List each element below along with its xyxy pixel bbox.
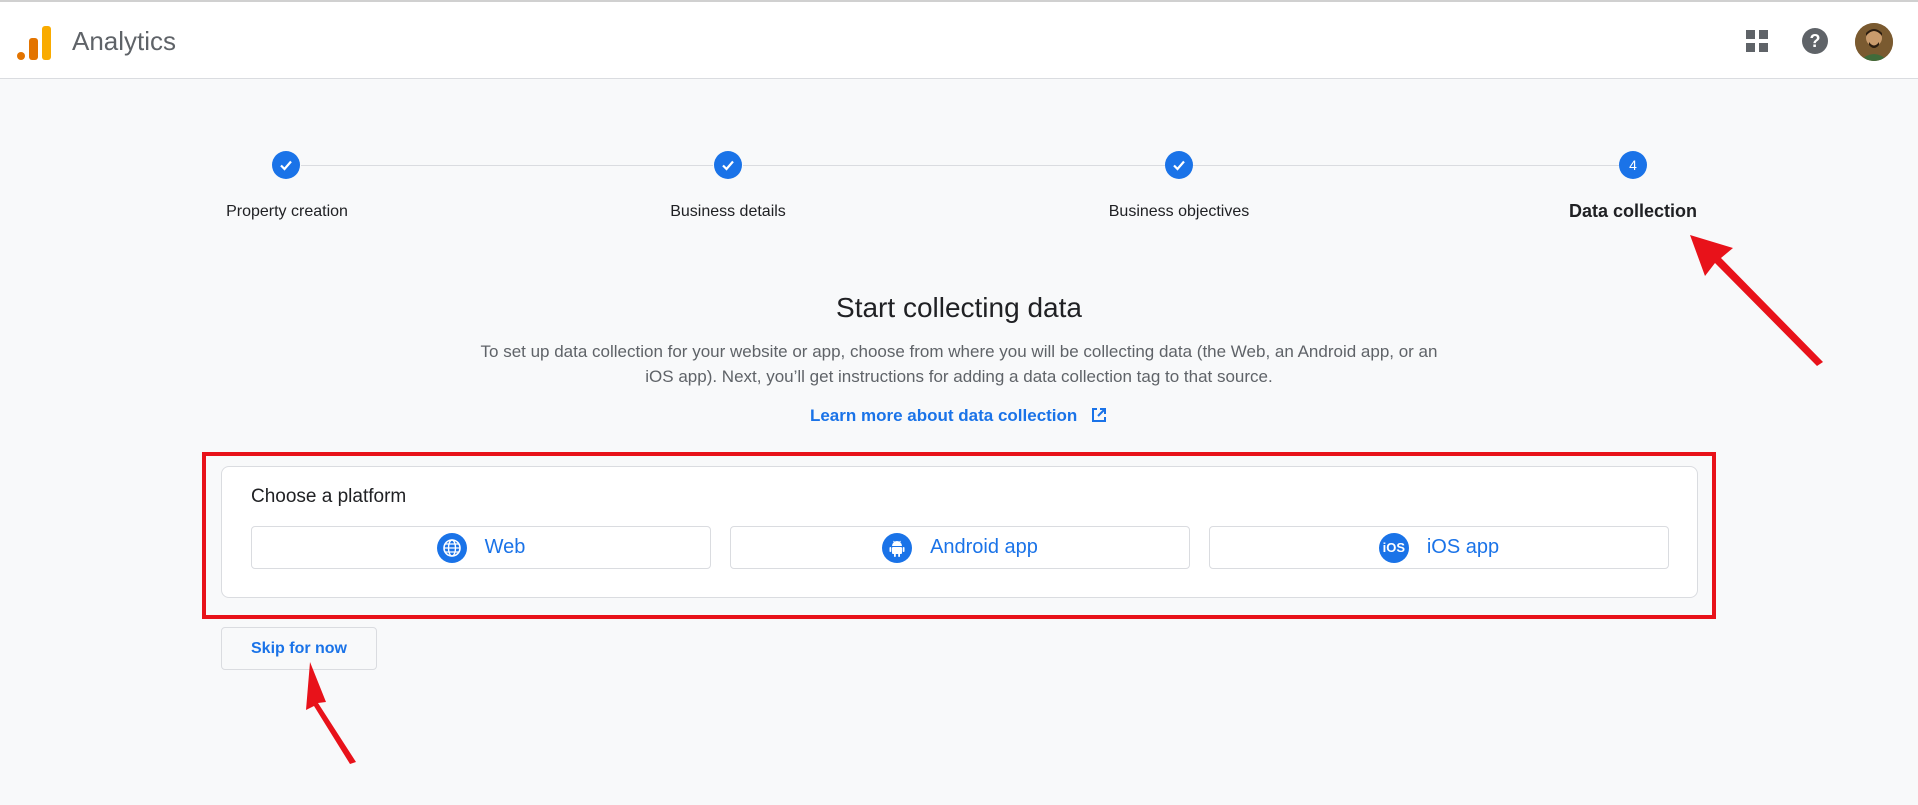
platform-card: Choose a platform Web Android app iOS iO…: [221, 466, 1698, 598]
apps-grid-icon[interactable]: [1742, 26, 1772, 56]
logo-bar-mid: [29, 38, 38, 60]
globe-icon: [436, 532, 467, 563]
annotation-arrow-icon: [306, 662, 356, 764]
avatar[interactable]: [1855, 23, 1893, 61]
web-platform-label: Web: [484, 536, 526, 558]
platform-heading: Choose a platform: [251, 486, 407, 507]
step-complete-check-icon: [272, 151, 300, 179]
app-title[interactable]: Analytics: [72, 26, 176, 57]
step-label-data-collection: Data collection: [1568, 201, 1698, 221]
page-description: To set up data collection for your websi…: [480, 342, 1438, 386]
ios-platform-label: iOS app: [1426, 536, 1500, 558]
analytics-logo-icon[interactable]: [17, 22, 51, 60]
step-complete-check-icon: [1165, 151, 1193, 179]
web-platform-button[interactable]: Web: [251, 526, 711, 569]
open-in-new-icon[interactable]: [1090, 406, 1108, 429]
page-title: Start collecting data: [836, 292, 1082, 323]
ios-icon: iOS: [1378, 532, 1409, 563]
step-label-business-details: Business details: [670, 203, 786, 220]
android-platform-label: Android app: [930, 536, 1038, 558]
logo-dot: [17, 52, 25, 60]
step-complete-check-icon: [714, 151, 742, 179]
step-label-property-creation: Property creation: [226, 203, 348, 220]
step-connector: [743, 165, 1166, 166]
android-icon: [882, 532, 913, 563]
step-connector: [301, 165, 713, 166]
step-number-badge: 4: [1619, 151, 1647, 179]
android-platform-button[interactable]: Android app: [730, 526, 1190, 569]
logo-bar-tall: [42, 26, 51, 60]
step-connector: [1193, 165, 1619, 166]
ios-platform-button[interactable]: iOS iOS app: [1209, 526, 1669, 569]
learn-more-link[interactable]: Learn more about data collection: [0, 406, 1918, 429]
learn-more-link-text[interactable]: Learn more about data collection: [810, 406, 1077, 425]
skip-for-now-button[interactable]: Skip for now: [221, 627, 377, 670]
help-icon[interactable]: ?: [1800, 26, 1830, 56]
step-label-business-objectives: Business objectives: [1108, 203, 1250, 220]
app-header: Analytics ?: [0, 2, 1918, 79]
